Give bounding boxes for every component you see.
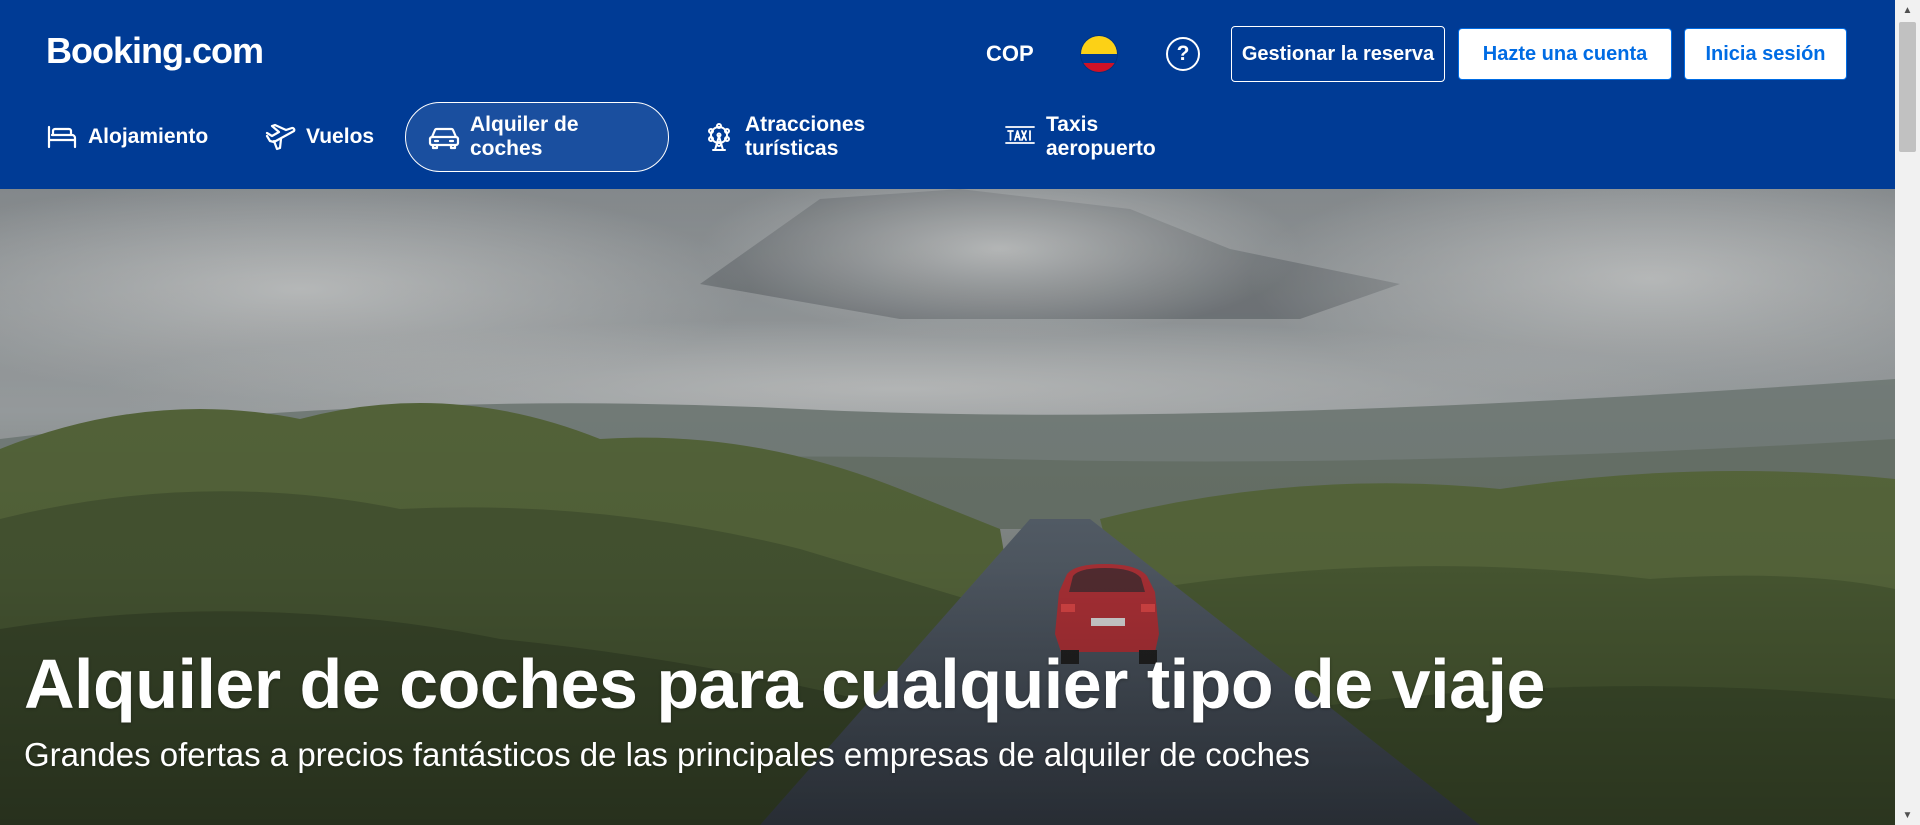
- hero-subtitle: Grandes ofertas a precios fantásticos de…: [24, 736, 1310, 773]
- nav-item-label: Alquiler de coches: [470, 113, 579, 160]
- nav-item-label: Alojamiento: [88, 125, 209, 148]
- scroll-down-arrow-icon[interactable]: ▼: [1895, 805, 1920, 825]
- register-button[interactable]: Hazte una cuenta: [1458, 28, 1672, 80]
- help-button[interactable]: ?: [1156, 28, 1210, 80]
- car-icon: [428, 123, 460, 151]
- hero-banner: Alquiler de coches para cualquier tipo d…: [0, 189, 1895, 825]
- currency-selector[interactable]: COP: [972, 28, 1048, 80]
- scroll-thumb[interactable]: [1899, 22, 1916, 152]
- nav-item-label: Vuelos: [306, 125, 375, 148]
- manage-booking-button[interactable]: Gestionar la reserva: [1231, 26, 1445, 82]
- taxi-icon: [1004, 123, 1036, 151]
- nav-item-taxis[interactable]: Taxis aeropuerto: [982, 102, 1178, 172]
- ferris-wheel-icon: [703, 123, 735, 151]
- nav-item-alojamiento[interactable]: Alojamiento: [24, 102, 230, 172]
- top-header: Booking.com COP ? Gestionar la reserva H…: [0, 0, 1895, 189]
- nav-item-vuelos[interactable]: Vuelos: [242, 102, 396, 172]
- login-button[interactable]: Inicia sesión: [1684, 28, 1847, 80]
- nav-item-label: Atracciones turísticas: [745, 113, 866, 160]
- page: Booking.com COP ? Gestionar la reserva H…: [0, 0, 1920, 825]
- scroll-up-arrow-icon[interactable]: ▲: [1895, 0, 1920, 20]
- vertical-scrollbar[interactable]: ▲ ▼: [1895, 0, 1920, 825]
- nav-item-alquiler-coches[interactable]: Alquiler de coches: [405, 102, 669, 172]
- language-selector[interactable]: [1068, 28, 1130, 80]
- bed-icon: [46, 123, 78, 151]
- plane-icon: [264, 123, 296, 151]
- hero-background-image: [0, 189, 1895, 825]
- question-circle-icon: ?: [1166, 37, 1200, 71]
- nav-item-atracciones[interactable]: Atracciones turísticas: [681, 102, 887, 172]
- colombia-flag-icon: [1081, 36, 1117, 72]
- booking-logo[interactable]: Booking.com: [46, 30, 264, 72]
- hero-title: Alquiler de coches para cualquier tipo d…: [24, 645, 1545, 723]
- nav-item-label: Taxis aeropuerto: [1046, 113, 1156, 160]
